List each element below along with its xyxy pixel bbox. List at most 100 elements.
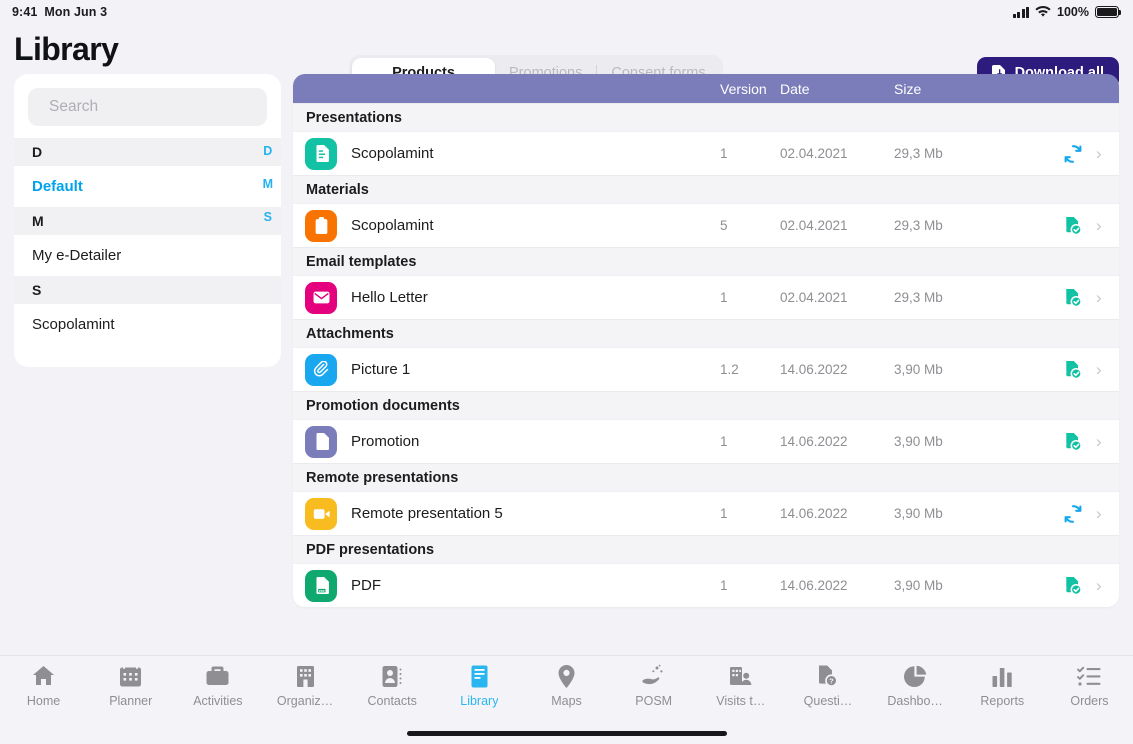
chevron-right-icon[interactable]: › [1096,289,1102,306]
row-date: 14.06.2022 [780,434,870,449]
index-letter-m[interactable]: M [263,177,273,191]
sidebar-group-letter-d: D [14,138,281,166]
cellular-signal-icon [1013,7,1030,18]
table-row[interactable]: Remote presentation 5 1 14.06.2022 3,90 … [293,491,1119,535]
search-input[interactable] [49,98,249,116]
document-icon [305,426,337,458]
downloaded-check-icon[interactable] [1062,215,1084,237]
table-row[interactable]: Promotion 1 14.06.2022 3,90 Mb › [293,419,1119,463]
chevron-right-icon[interactable]: › [1096,217,1102,234]
video-camera-icon [305,498,337,530]
downloaded-check-icon[interactable] [1062,287,1084,309]
table-group-header: PDF presentations [293,535,1119,563]
row-name: Scopolamint [351,145,434,162]
tab-questi[interactable]: ? Questi… [784,664,871,708]
sidebar-group-letter-m: M [14,207,281,235]
downloaded-check-icon[interactable] [1062,575,1084,597]
table-header: Version Date Size [293,74,1119,103]
downloaded-check-icon[interactable] [1062,431,1084,453]
sidebar: D Default M My e-Detailer S Scopolamint … [14,74,281,367]
chevron-right-icon[interactable]: › [1096,577,1102,594]
tab-label: Maps [551,694,582,708]
row-version: 1 [720,434,770,449]
chevron-right-icon[interactable]: › [1096,145,1102,162]
row-name: Remote presentation 5 [351,505,503,522]
tab-posm[interactable]: POSM [610,664,697,708]
row-date: 02.04.2021 [780,146,870,161]
sidebar-item-scopolamint[interactable]: Scopolamint [14,304,281,345]
chevron-right-icon[interactable]: › [1096,505,1102,522]
clipboard-icon [305,210,337,242]
calendar-icon [118,664,143,689]
tab-library[interactable]: Library [436,664,523,708]
tab-reports[interactable]: Reports [959,664,1046,708]
table-group-header: Promotion documents [293,391,1119,419]
home-indicator [407,731,727,736]
tab-label: Library [460,694,498,708]
row-size: 3,90 Mb [894,362,974,377]
table-row[interactable]: Scopolamint 1 02.04.2021 29,3 Mb › [293,131,1119,175]
row-date: 14.06.2022 [780,362,870,377]
row-date: 14.06.2022 [780,578,870,593]
search-box[interactable] [28,88,267,126]
column-header-date: Date [780,81,870,97]
tab-label: Planner [109,694,152,708]
table-body: Presentations Scopolamint 1 02.04.2021 2… [293,103,1119,607]
row-name: Promotion [351,433,419,450]
pie-chart-icon [903,664,928,689]
row-version: 1.2 [720,362,770,377]
row-name: PDF [351,577,381,594]
row-size: 29,3 Mb [894,218,974,233]
tab-planner[interactable]: Planner [87,664,174,708]
index-letter-d[interactable]: D [263,144,272,158]
checklist-icon [1077,664,1102,689]
row-version: 1 [720,290,770,305]
table-group-header: Email templates [293,247,1119,275]
sidebar-item-default[interactable]: Default [14,166,281,207]
row-size: 29,3 Mb [894,290,974,305]
table-group-header: Presentations [293,103,1119,131]
table-row[interactable]: PDF PDF 1 14.06.2022 3,90 Mb › [293,563,1119,607]
sidebar-item-my-e-detailer[interactable]: My e-Detailer [14,235,281,276]
row-size: 3,90 Mb [894,506,974,521]
bar-chart-icon [990,664,1015,689]
table-row[interactable]: Hello Letter 1 02.04.2021 29,3 Mb › [293,275,1119,319]
sync-icon[interactable] [1062,143,1084,165]
tab-list: Home Planner Activities Organiz… Contact… [0,664,1133,708]
tab-label: Reports [980,694,1024,708]
index-letter-s[interactable]: S [264,210,272,224]
tab-label: Questi… [804,694,853,708]
tab-label: Activities [193,694,242,708]
hand-sparkle-icon [641,664,666,689]
sync-icon[interactable] [1062,503,1084,525]
tab-visits-t[interactable]: Visits t… [697,664,784,708]
tab-orders[interactable]: Orders [1046,664,1133,708]
tab-contacts[interactable]: Contacts [349,664,436,708]
briefcase-icon [205,664,230,689]
tab-dashbo[interactable]: Dashbo… [872,664,959,708]
alphabet-index-rail[interactable]: D M S [263,144,273,224]
paperclip-icon [305,354,337,386]
search-container [28,88,267,126]
tab-label: Home [27,694,60,708]
tab-maps[interactable]: Maps [523,664,610,708]
tab-label: Visits t… [716,694,765,708]
chevron-right-icon[interactable]: › [1096,361,1102,378]
downloaded-check-icon[interactable] [1062,359,1084,381]
table-group-header: Remote presentations [293,463,1119,491]
chevron-right-icon[interactable]: › [1096,433,1102,450]
table-row[interactable]: Picture 1 1.2 14.06.2022 3,90 Mb › [293,347,1119,391]
map-pin-icon [554,664,579,689]
tab-organiz[interactable]: Organiz… [261,664,348,708]
table-row[interactable]: Scopolamint 5 02.04.2021 29,3 Mb › [293,203,1119,247]
tab-activities[interactable]: Activities [174,664,261,708]
svg-text:PDF: PDF [318,589,324,593]
book-icon [467,664,492,689]
envelope-icon [305,282,337,314]
tab-home[interactable]: Home [0,664,87,708]
row-version: 1 [720,506,770,521]
table-group-header: Materials [293,175,1119,203]
row-size: 3,90 Mb [894,434,974,449]
presentation-file-icon [305,138,337,170]
library-table: Version Date Size Presentations Scopolam… [293,74,1119,607]
